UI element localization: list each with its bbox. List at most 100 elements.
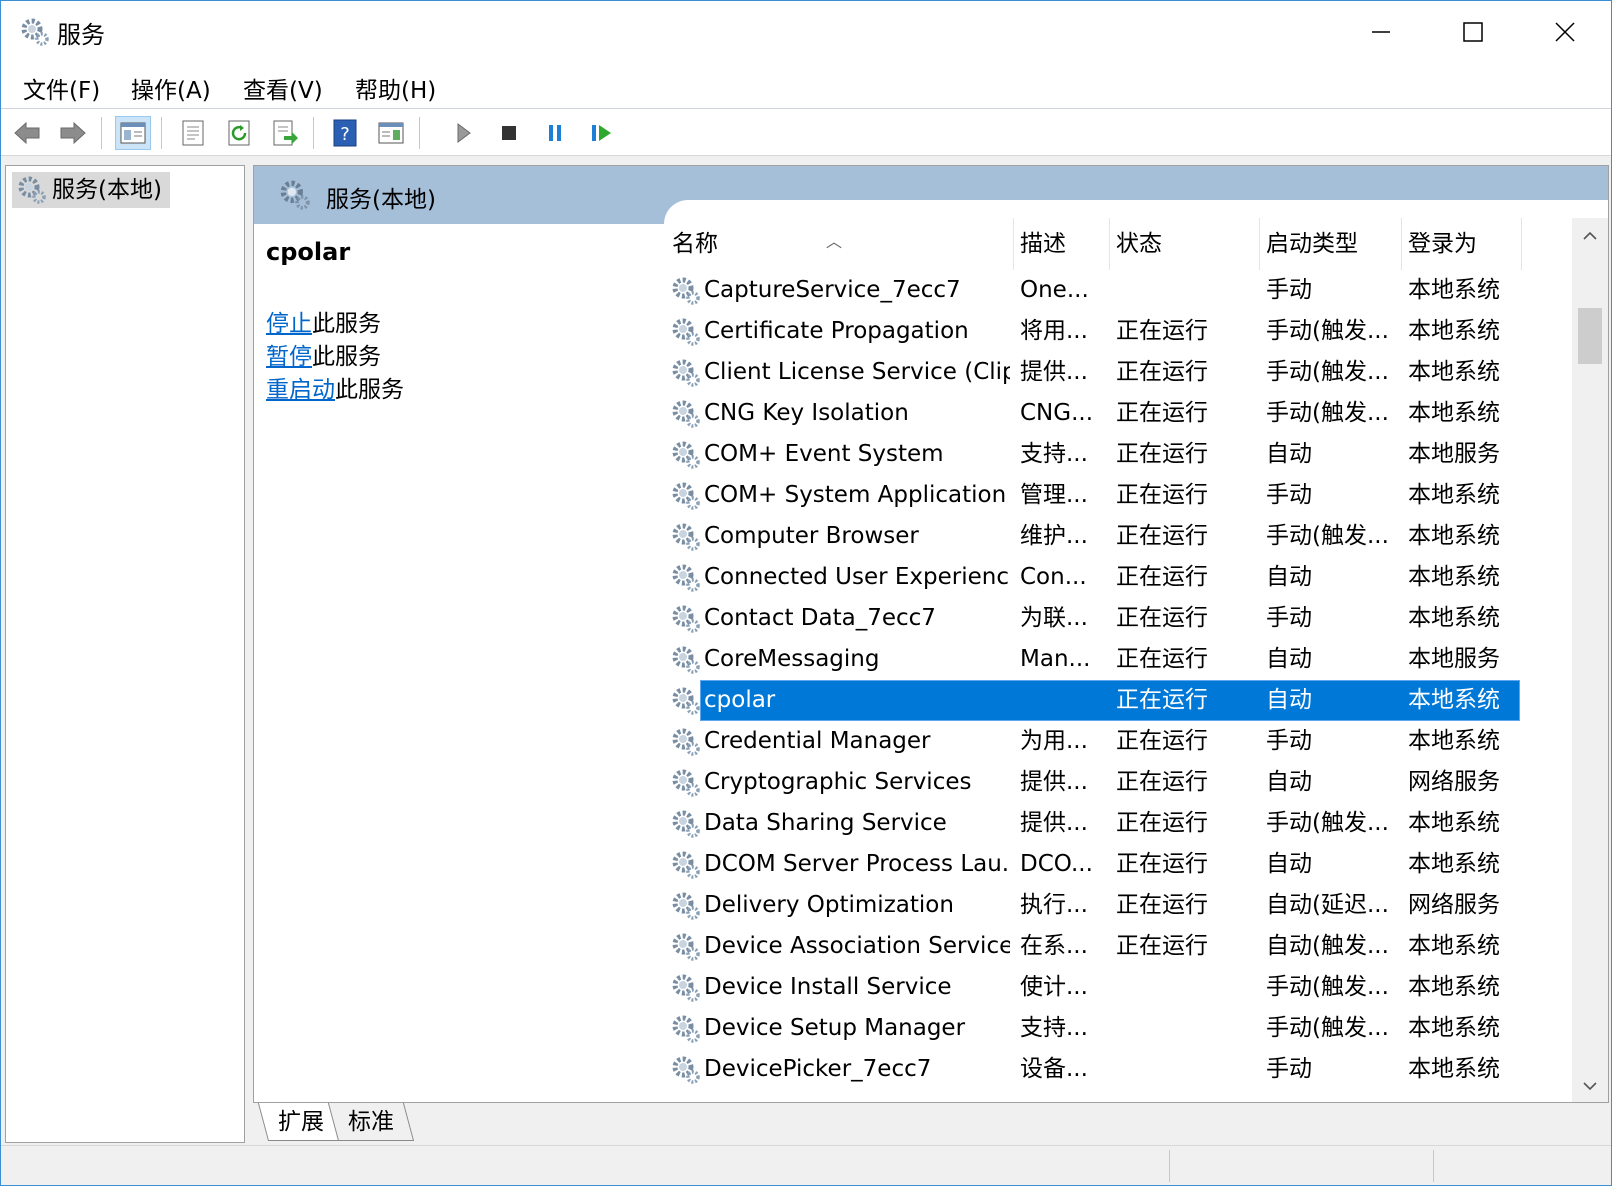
help-button[interactable]: ?: [327, 116, 363, 150]
pause-service-link[interactable]: 暂停: [266, 344, 312, 370]
stop-service-button[interactable]: [491, 116, 527, 150]
service-startup-type: 自动: [1266, 851, 1312, 877]
service-startup-type: 手动: [1266, 728, 1312, 754]
menu-action[interactable]: 操作(A): [129, 71, 213, 105]
pause-icon: [549, 125, 561, 141]
service-startup-type: 自动(触发...: [1266, 933, 1389, 959]
tree-node-services-local[interactable]: 服务(本地): [12, 172, 170, 208]
maximize-button[interactable]: [1427, 1, 1519, 63]
scroll-thumb[interactable]: [1578, 308, 1602, 364]
service-log-on-as: 本地系统: [1408, 605, 1500, 631]
stop-service-link[interactable]: 停止: [266, 311, 312, 337]
service-status: 正在运行: [1116, 851, 1208, 877]
table-row[interactable]: CNG Key Isolation CNG... 正在运行 手动(触发... 本地系统: [666, 393, 1606, 434]
view-tabs: 扩展 标准: [253, 1103, 1609, 1143]
table-row[interactable]: Client License Service (Clip... 提供... 正在运行…: [666, 352, 1606, 393]
scroll-down-button[interactable]: [1572, 1068, 1608, 1102]
table-row[interactable]: Cryptographic Services 提供... 正在运行 自动 网络服务: [666, 762, 1606, 803]
service-status: 正在运行: [1116, 728, 1208, 754]
refresh-button[interactable]: [221, 116, 257, 150]
menu-help[interactable]: 帮助(H): [353, 71, 438, 105]
service-name: COM+ Event System: [704, 441, 944, 467]
table-row[interactable]: Connected User Experienc... Con... 正在运行 自动 本…: [666, 557, 1606, 598]
service-log-on-as: 本地系统: [1408, 359, 1500, 385]
properties-button[interactable]: [175, 116, 211, 150]
help-icon: ?: [333, 119, 357, 147]
restart-service-button[interactable]: [583, 116, 619, 150]
tab-standard[interactable]: 标准: [327, 1103, 415, 1141]
show-action-pane-button[interactable]: [373, 116, 409, 150]
table-row[interactable]: Device Setup Manager 支持... 手动(触发... 本地系统: [666, 1008, 1606, 1049]
menu-view[interactable]: 查看(V): [241, 71, 325, 105]
service-startup-type: 自动: [1266, 646, 1312, 672]
show-hide-console-tree-button[interactable]: [115, 116, 151, 150]
close-button[interactable]: [1519, 1, 1611, 63]
pause-service-action: 暂停此服务: [266, 344, 381, 370]
table-row[interactable]: Computer Browser 维护... 正在运行 手动(触发... 本地系统: [666, 516, 1606, 557]
scroll-up-button[interactable]: [1572, 218, 1608, 254]
table-row[interactable]: COM+ System Application 管理... 正在运行 手动 本地系统: [666, 475, 1606, 516]
toolbar: ?: [1, 109, 1611, 156]
minimize-button[interactable]: [1335, 1, 1427, 63]
restart-service-link[interactable]: 重启动: [266, 377, 335, 403]
service-startup-type: 手动: [1266, 482, 1312, 508]
table-row[interactable]: Device Association Service 在系... 正在运行 自动(触发…: [666, 926, 1606, 967]
table-row[interactable]: CaptureService_7ecc7 One... 手动 本地系统: [666, 270, 1606, 311]
column-header-name[interactable]: 名称 ︿: [666, 218, 1014, 270]
table-row[interactable]: Contact Data_7ecc7 为联... 正在运行 手动 本地系统: [666, 598, 1606, 639]
service-startup-type: 手动: [1266, 1056, 1312, 1082]
selected-service-name: cpolar: [266, 238, 351, 266]
service-status: 正在运行: [1116, 933, 1208, 959]
vertical-scrollbar[interactable]: [1572, 218, 1608, 1102]
table-row[interactable]: Delivery Optimization 执行... 正在运行 自动(延迟... 网络…: [666, 885, 1606, 926]
status-bar: [1, 1145, 1611, 1185]
table-row[interactable]: Data Sharing Service 提供... 正在运行 手动(触发... 本地系…: [666, 803, 1606, 844]
service-description: 管理...: [1020, 482, 1088, 508]
gear-icon: [21, 18, 49, 46]
service-name: Client License Service (Clip...: [704, 359, 1010, 385]
minimize-icon: [1372, 31, 1390, 33]
gear-icon: [672, 892, 700, 920]
service-startup-type: 自动: [1266, 769, 1312, 795]
stop-icon: [502, 126, 516, 140]
console-tree: 服务(本地): [5, 165, 245, 1143]
table-row[interactable]: CoreMessaging Man... 正在运行 自动 本地服务: [666, 639, 1606, 680]
service-startup-type: 手动(触发...: [1266, 974, 1389, 1000]
back-button[interactable]: [9, 116, 45, 150]
column-header-startup-type[interactable]: 启动类型: [1260, 218, 1402, 270]
service-status: 正在运行: [1116, 687, 1208, 713]
service-name: Credential Manager: [704, 728, 931, 754]
gear-icon: [672, 359, 700, 387]
gear-icon: [672, 646, 700, 674]
service-name: Device Setup Manager: [704, 1015, 966, 1041]
gear-icon: [672, 605, 700, 633]
service-description: 在系...: [1020, 933, 1088, 959]
service-status: 正在运行: [1116, 523, 1208, 549]
start-service-button[interactable]: [445, 116, 481, 150]
service-name: Contact Data_7ecc7: [704, 605, 936, 631]
gear-icon: [672, 974, 700, 1002]
table-row[interactable]: Device Install Service 使计... 手动(触发... 本地系统: [666, 967, 1606, 1008]
table-row[interactable]: Certificate Propagation 将用... 正在运行 手动(触发...…: [666, 311, 1606, 352]
service-startup-type: 自动: [1266, 564, 1312, 590]
service-startup-type: 自动: [1266, 441, 1312, 467]
service-name: Data Sharing Service: [704, 810, 947, 836]
forward-arrow-icon: [60, 121, 86, 145]
column-header-description[interactable]: 描述: [1014, 218, 1110, 270]
service-log-on-as: 本地系统: [1408, 400, 1500, 426]
table-row-selected[interactable]: cpolar 正在运行 自动 本地系统: [666, 680, 1606, 721]
pause-service-button[interactable]: [537, 116, 573, 150]
table-row[interactable]: Credential Manager 为用... 正在运行 手动 本地系统: [666, 721, 1606, 762]
column-header-log-on-as[interactable]: 登录为: [1402, 218, 1522, 270]
export-list-button[interactable]: [267, 116, 303, 150]
table-row[interactable]: COM+ Event System 支持... 正在运行 自动 本地服务: [666, 434, 1606, 475]
column-header-status[interactable]: 状态: [1110, 218, 1260, 270]
service-log-on-as: 网络服务: [1408, 769, 1500, 795]
table-row[interactable]: DevicePicker_7ecc7 设备... 手动 本地系统: [666, 1049, 1606, 1090]
forward-button[interactable]: [55, 116, 91, 150]
service-description: Man...: [1020, 646, 1091, 672]
menu-file[interactable]: 文件(F): [21, 71, 102, 105]
table-row[interactable]: DCOM Server Process Lau... DCO... 正在运行 自动 本地…: [666, 844, 1606, 885]
service-log-on-as: 本地系统: [1408, 482, 1500, 508]
properties-icon: [182, 120, 204, 146]
